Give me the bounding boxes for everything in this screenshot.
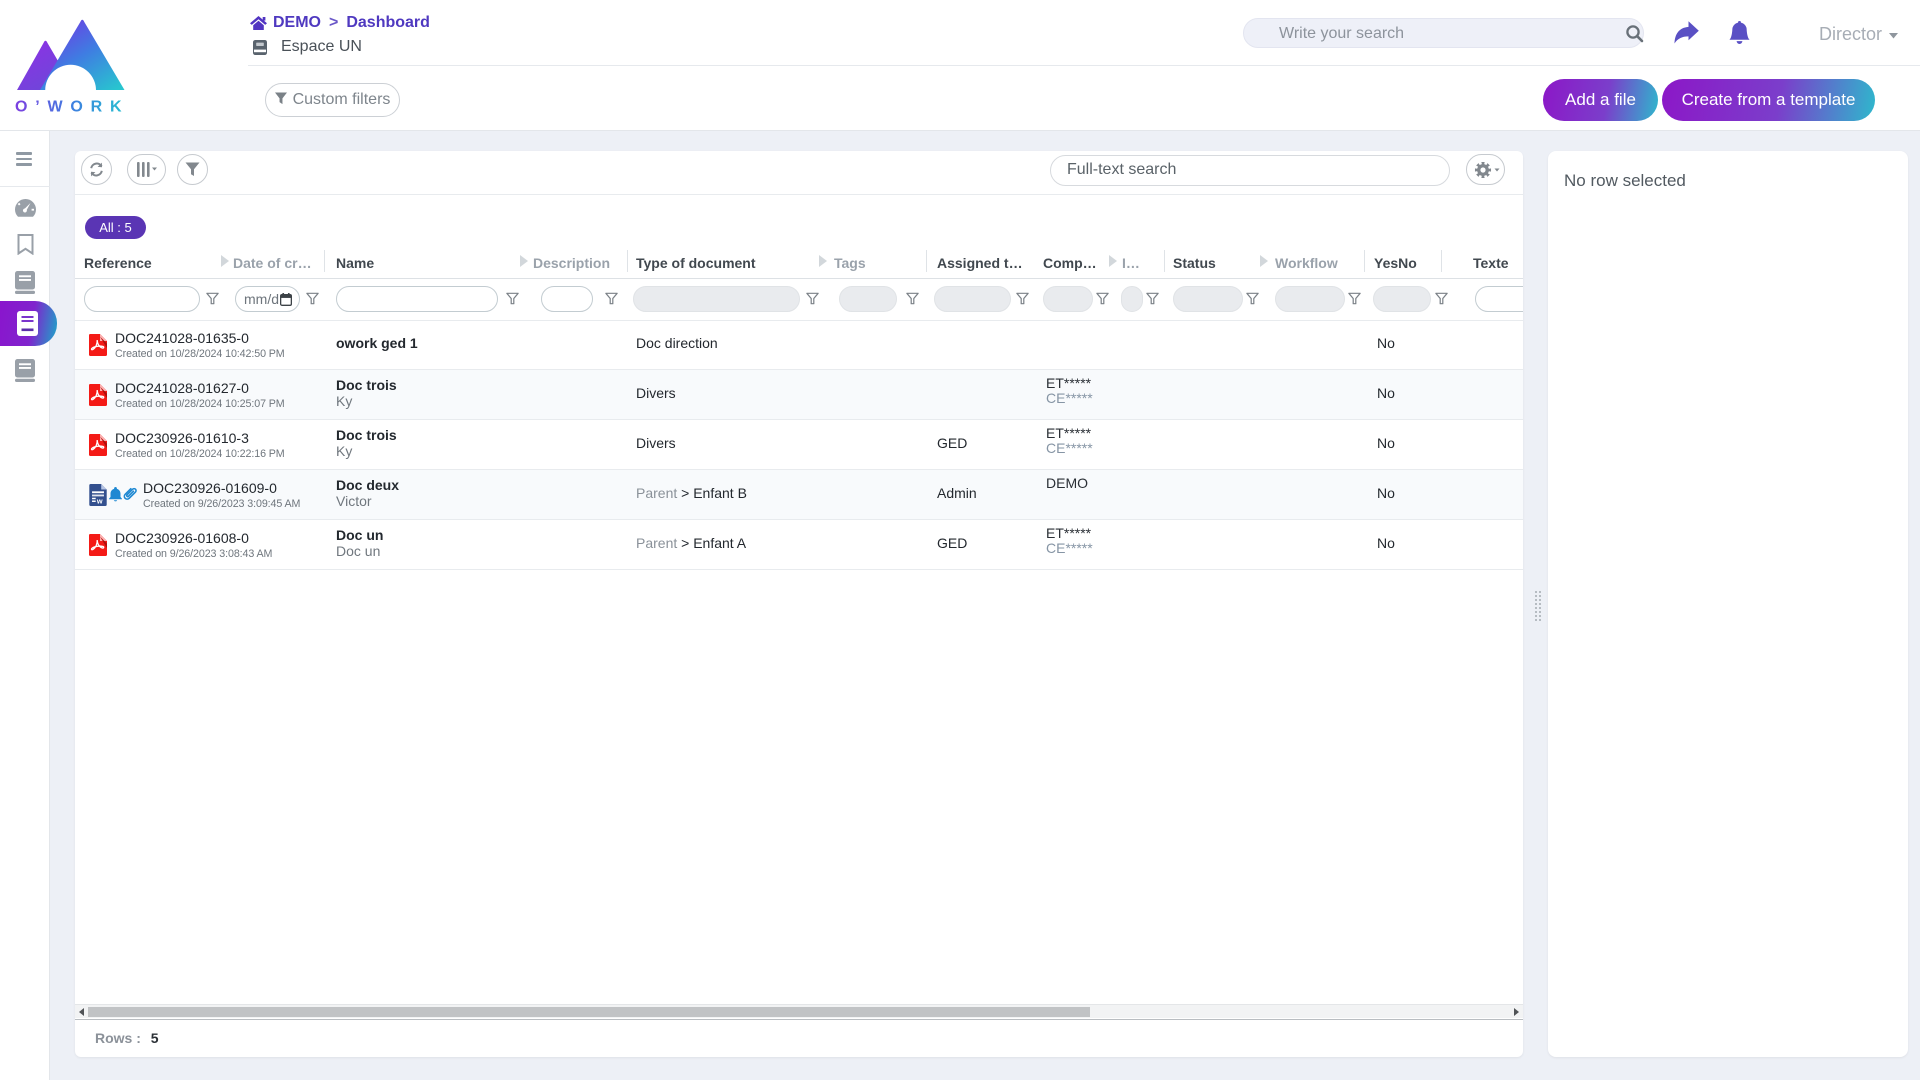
svg-text:w: w (96, 496, 103, 505)
svg-text:O’WORK: O’WORK (15, 99, 126, 116)
